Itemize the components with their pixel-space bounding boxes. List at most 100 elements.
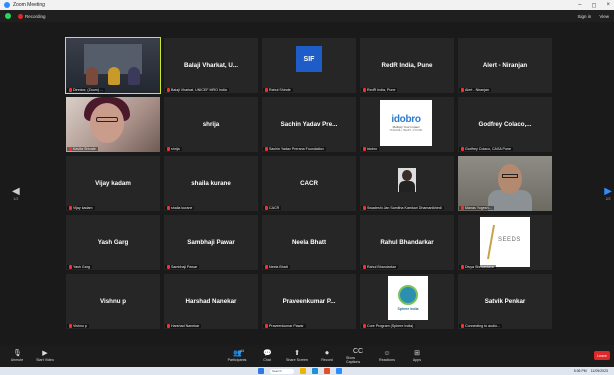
muted-mic-icon <box>461 206 464 210</box>
participant-tile[interactable]: Praveenkumar P... Praveenkumar Pawar <box>262 274 356 329</box>
window-controls: – ◻ × <box>578 2 610 9</box>
participant-label: Director, (Zoom) ... <box>67 88 105 92</box>
profile-logo: SEEDS <box>480 217 530 267</box>
leave-button[interactable]: Leave <box>594 351 610 360</box>
participant-label: Sachin Yadav Prerana Foundation <box>263 147 326 151</box>
participant-label: Rahul Bhandarkar <box>361 265 398 269</box>
participant-tile[interactable]: shaila kurane shaila kurane <box>164 156 258 211</box>
participant-label-text: Manas Yogesh... <box>465 206 492 210</box>
file-explorer-icon[interactable] <box>300 368 306 374</box>
participant-label: Manas Yogesh... <box>459 206 494 210</box>
logo-subtag: HUMANE • HEART • FOUND <box>389 129 423 132</box>
participant-name: Rahul Bhandarkar <box>380 239 434 246</box>
captions-button[interactable]: CC Show Captions <box>346 348 368 364</box>
muted-mic-icon <box>363 265 366 269</box>
clock-date: 11/09/2023 <box>590 369 608 373</box>
participant-name: CACR <box>300 180 318 187</box>
page-indicator-left: 1/2 <box>13 197 19 201</box>
participant-tile[interactable]: RedR India, Pune RedR India, Pune <box>360 38 454 93</box>
participant-tile[interactable]: Sachin Yadav Pre... Sachin Yadav Prerana … <box>262 97 356 152</box>
next-page-button[interactable]: ▶ 2/2 <box>604 186 612 201</box>
participant-label: Core Program (Sphere India) <box>361 324 416 328</box>
minimize-icon[interactable]: – <box>578 2 581 9</box>
chat-icon: 💬 <box>263 350 272 357</box>
participant-tile[interactable]: Sambhaji Pawar Sambhaji Pawar <box>164 215 258 270</box>
participant-tile[interactable]: Alert - Niranjan Alert - Niranjan <box>458 38 552 93</box>
maximize-icon[interactable]: ◻ <box>592 2 597 9</box>
recording-label[interactable]: Recording <box>25 14 46 19</box>
participants-button[interactable]: 👥 Participants 44 <box>226 349 248 362</box>
muted-mic-icon <box>167 147 170 151</box>
edge-icon[interactable] <box>312 368 318 374</box>
muted-mic-icon <box>363 324 366 328</box>
participant-tile[interactable]: Kavita Shivale <box>66 97 160 152</box>
record-button[interactable]: ⏺ Record <box>316 350 338 362</box>
muted-mic-icon <box>363 147 366 151</box>
participant-label-text: Vijay kadam <box>73 206 93 210</box>
chrome-icon[interactable] <box>324 368 330 374</box>
participant-tile[interactable]: Yash Garg Yash Garg <box>66 215 160 270</box>
participant-tile[interactable]: shrija shrija <box>164 97 258 152</box>
sign-in-link[interactable]: Sign in <box>578 14 592 19</box>
taskbar-search[interactable]: Search <box>270 368 294 374</box>
participant-tile[interactable]: Sphere India Core Program (Sphere India) <box>360 274 454 329</box>
participant-label: Balaji Vharkat, UNICEF MRO India <box>165 88 229 92</box>
participant-label-text: Core Program (Sphere India) <box>367 324 414 328</box>
chat-button[interactable]: 💬 Chat <box>256 350 278 362</box>
participant-label-text: Kavita Shivale <box>73 147 96 151</box>
participant-tile[interactable]: SIF Rahul Shinde <box>262 38 356 93</box>
muted-mic-icon <box>167 265 170 269</box>
video-icon: ▶ <box>42 350 48 357</box>
toolbar-center: 👥 Participants 44 💬 Chat ⬆ Share Screen ⏺ Record… <box>226 345 428 367</box>
muted-mic-icon <box>265 324 268 328</box>
participant-label-text: Director, (Zoom) ... <box>73 88 103 92</box>
participant-label: Connecting to audio... <box>459 324 502 328</box>
window-titlebar: Zoom Meeting – ◻ × <box>0 0 614 10</box>
profile-logo: idobro Multiply Your Impact HUMANE • HEART… <box>380 100 432 146</box>
participant-tile[interactable]: Satvik Penkar Connecting to audio... <box>458 274 552 329</box>
toolbar-label: Show Captions <box>346 356 361 364</box>
participant-name: Sambhaji Pawar <box>187 239 235 246</box>
participant-label-text: Divya Shrivastava <box>465 265 494 269</box>
os-taskbar: Search 5:36 PM 11/09/2023 <box>0 367 614 375</box>
view-button[interactable]: View <box>599 14 609 19</box>
participant-tile[interactable]: Rahul Bhandarkar Rahul Bhandarkar <box>360 215 454 270</box>
participant-label-text: Swadeshi Jan Samitha Kamkari Dhamanikhed… <box>367 206 442 210</box>
participant-label: Yash Garg <box>67 265 92 269</box>
apps-button[interactable]: ⊞ Apps <box>406 350 428 362</box>
participant-tile[interactable]: SEEDS Divya Shrivastava <box>458 215 552 270</box>
participant-name: shaila kurane <box>191 180 231 187</box>
muted-mic-icon <box>363 206 366 210</box>
participant-tile[interactable]: Vijay kadam Vijay kadam <box>66 156 160 211</box>
participant-tile[interactable]: Manas Yogesh... <box>458 156 552 211</box>
participant-tile[interactable]: Harshad Nanekar Harshad Nanekar <box>164 274 258 329</box>
participant-name: Satvik Penkar <box>484 298 526 305</box>
participant-tile[interactable]: Neela Bhatt Neela Bhatt <box>262 215 356 270</box>
muted-mic-icon <box>69 324 72 328</box>
zoom-taskbar-icon[interactable] <box>336 368 342 374</box>
participant-tile[interactable]: Swadeshi Jan Samitha Kamkari Dhamanikhed… <box>360 156 454 211</box>
participant-tile[interactable]: Director, (Zoom) ... <box>65 37 161 94</box>
muted-mic-icon <box>461 147 464 151</box>
share-screen-button[interactable]: ⬆ Share Screen <box>286 350 308 362</box>
reactions-button[interactable]: ☺ Reactions <box>376 350 398 362</box>
prev-page-button[interactable]: ◀ 1/2 <box>12 186 20 201</box>
participant-label-text: shrija <box>171 147 180 151</box>
muted-mic-icon <box>265 147 268 151</box>
muted-mic-icon <box>363 88 366 92</box>
participant-tile[interactable]: Godfrey Colaco,... Godfrey Colaco, CASA P… <box>458 97 552 152</box>
participant-label-text: Rahul Shinde <box>269 88 291 92</box>
close-icon[interactable]: × <box>606 2 610 9</box>
participant-tile[interactable]: Balaji Vharkat, U... Balaji Vharkat, UNIC… <box>164 38 258 93</box>
security-shield-icon[interactable] <box>5 13 11 19</box>
start-video-button[interactable]: ▶ Start Video <box>34 350 56 362</box>
participant-tile[interactable]: idobro Multiply Your Impact HUMANE • HEART… <box>360 97 454 152</box>
participant-tile[interactable]: Vishnu p Vishnu p <box>66 274 160 329</box>
participant-count-badge: 44 <box>240 349 244 353</box>
start-video-label: Start Video <box>36 358 54 362</box>
unmute-button[interactable]: 🎙 Unmute <box>6 350 28 362</box>
participant-tile[interactable]: CACR CACR <box>262 156 356 211</box>
windows-start-icon[interactable] <box>258 368 264 374</box>
muted-mic-icon <box>461 324 464 328</box>
participant-name: Sachin Yadav Pre... <box>280 121 338 128</box>
